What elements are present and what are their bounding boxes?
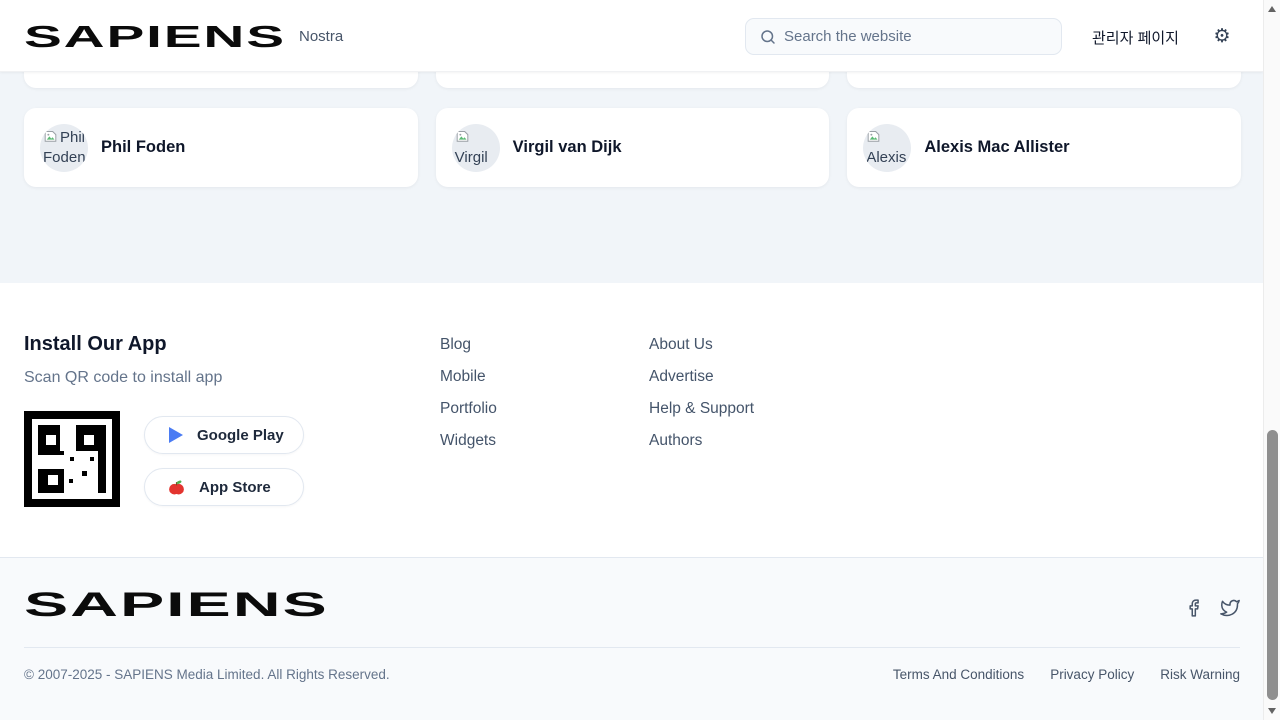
avatar-alt-text: Alexis xyxy=(866,149,906,166)
copyright-text: © 2007-2025 - SAPIENS Media Limited. All… xyxy=(24,667,390,682)
avatar: Virgil xyxy=(452,124,500,172)
author-name: Alexis Mac Allister xyxy=(924,138,1069,157)
footer-link-portfolio[interactable]: Portfolio xyxy=(440,400,497,418)
card-row: Phil Foden Phil Foden Virgil Virgil van … xyxy=(24,108,1241,187)
broken-image-icon xyxy=(43,129,58,149)
avatar: Alexis xyxy=(863,124,911,172)
app-store-label: App Store xyxy=(199,479,271,496)
scrollbar-thumb[interactable] xyxy=(1267,430,1278,700)
footer-link-mobile[interactable]: Mobile xyxy=(440,368,486,386)
risk-warning-link[interactable]: Risk Warning xyxy=(1160,667,1240,682)
navbar: SAPIENS Nostra 관리자 페이지 ⚙ xyxy=(0,0,1263,72)
search-box[interactable] xyxy=(745,18,1062,55)
footer-link-blog[interactable]: Blog xyxy=(440,336,471,354)
footer-main: Install Our App Scan QR code to install … xyxy=(0,283,1263,557)
play-triangle-icon xyxy=(168,427,183,443)
facebook-icon[interactable] xyxy=(1184,597,1208,621)
app-store-button[interactable]: App Store xyxy=(144,468,304,506)
twitter-icon[interactable] xyxy=(1218,597,1242,621)
footer-link-about-us[interactable]: About Us xyxy=(649,336,713,354)
search-icon xyxy=(759,28,777,46)
admin-page-link[interactable]: 관리자 페이지 xyxy=(1092,27,1179,48)
footer-link-widgets[interactable]: Widgets xyxy=(440,432,496,450)
privacy-policy-link[interactable]: Privacy Policy xyxy=(1050,667,1134,682)
divider xyxy=(24,647,1240,648)
footer-link-help-support[interactable]: Help & Support xyxy=(649,400,754,418)
broken-image-icon xyxy=(866,129,881,149)
install-app-subtitle: Scan QR code to install app xyxy=(24,369,222,387)
authors-card-grid: Phil Foden Phil Foden Virgil Virgil van … xyxy=(0,72,1263,283)
footer-link-advertise[interactable]: Advertise xyxy=(649,368,714,386)
terms-link[interactable]: Terms And Conditions xyxy=(893,667,1024,682)
footer-logo[interactable]: SAPIENS xyxy=(24,586,329,625)
author-name: Phil Foden xyxy=(101,138,185,157)
author-name: Virgil van Dijk xyxy=(513,138,622,157)
author-card[interactable]: Alexis Alexis Mac Allister xyxy=(847,108,1241,187)
author-card[interactable]: Phil Foden Phil Foden xyxy=(24,108,418,187)
avatar-alt-text: Virgil xyxy=(455,149,488,166)
vertical-scrollbar[interactable] xyxy=(1263,0,1280,720)
avatar: Phil Foden xyxy=(40,124,88,172)
gear-icon[interactable]: ⚙ xyxy=(1210,24,1234,48)
install-app-title: Install Our App xyxy=(24,333,167,356)
search-input[interactable] xyxy=(784,20,1054,53)
broken-image-icon xyxy=(455,129,470,149)
author-card[interactable]: Virgil Virgil van Dijk xyxy=(436,108,830,187)
google-play-label: Google Play xyxy=(197,427,284,444)
footer-link-authors[interactable]: Authors xyxy=(649,432,702,450)
apple-icon xyxy=(168,479,185,496)
scroll-up-arrow[interactable] xyxy=(1268,6,1276,12)
scroll-down-arrow[interactable] xyxy=(1268,708,1276,714)
qr-code xyxy=(24,411,120,507)
google-play-button[interactable]: Google Play xyxy=(144,416,304,454)
footer-bottom-bar: SAPIENS © 2007-2025 - SAPIENS Media Limi… xyxy=(0,557,1263,720)
nav-logo[interactable]: SAPIENS xyxy=(24,19,286,55)
site-name: Nostra xyxy=(299,28,343,45)
legal-links: Terms And Conditions Privacy Policy Risk… xyxy=(893,667,1240,682)
